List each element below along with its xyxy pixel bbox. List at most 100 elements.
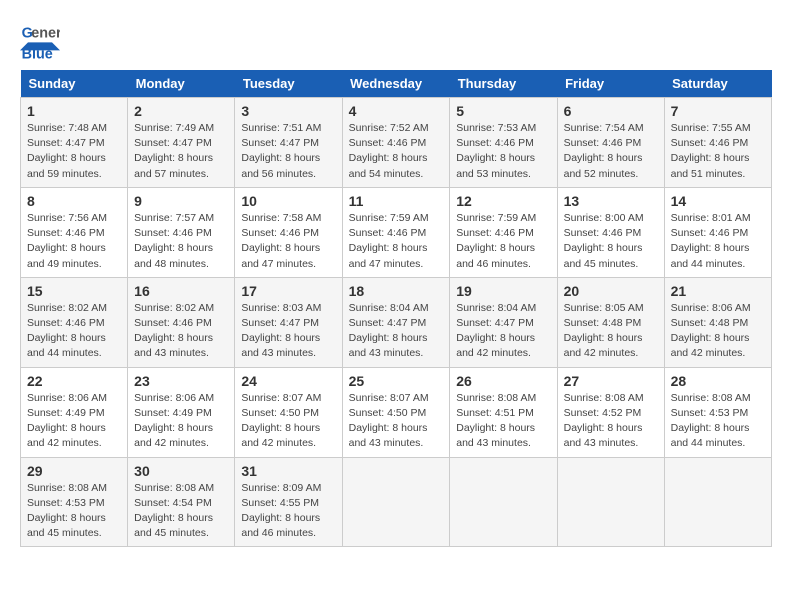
calendar-cell: 31 Sunrise: 8:09 AMSunset: 4:55 PMDaylig… — [235, 457, 342, 547]
calendar-header-thursday: Thursday — [450, 70, 557, 98]
logo: G eneral Blue — [20, 20, 64, 60]
calendar-cell: 1 Sunrise: 7:48 AMSunset: 4:47 PMDayligh… — [21, 98, 128, 188]
day-number: 7 — [671, 103, 765, 119]
day-number: 21 — [671, 283, 765, 299]
calendar-cell: 9 Sunrise: 7:57 AMSunset: 4:46 PMDayligh… — [128, 187, 235, 277]
calendar-cell: 7 Sunrise: 7:55 AMSunset: 4:46 PMDayligh… — [664, 98, 771, 188]
calendar-cell — [450, 457, 557, 547]
calendar-cell: 24 Sunrise: 8:07 AMSunset: 4:50 PMDaylig… — [235, 367, 342, 457]
calendar-week-4: 22 Sunrise: 8:06 AMSunset: 4:49 PMDaylig… — [21, 367, 772, 457]
calendar: SundayMondayTuesdayWednesdayThursdayFrid… — [20, 70, 772, 547]
day-info: Sunrise: 8:07 AMSunset: 4:50 PMDaylight:… — [241, 392, 321, 450]
calendar-cell: 22 Sunrise: 8:06 AMSunset: 4:49 PMDaylig… — [21, 367, 128, 457]
day-number: 1 — [27, 103, 121, 119]
day-number: 13 — [564, 193, 658, 209]
day-number: 26 — [456, 373, 550, 389]
calendar-week-2: 8 Sunrise: 7:56 AMSunset: 4:46 PMDayligh… — [21, 187, 772, 277]
day-info: Sunrise: 8:00 AMSunset: 4:46 PMDaylight:… — [564, 212, 644, 270]
day-number: 15 — [27, 283, 121, 299]
day-info: Sunrise: 8:08 AMSunset: 4:52 PMDaylight:… — [564, 392, 644, 450]
day-number: 2 — [134, 103, 228, 119]
day-number: 31 — [241, 463, 335, 479]
day-info: Sunrise: 8:08 AMSunset: 4:53 PMDaylight:… — [671, 392, 751, 450]
calendar-cell: 27 Sunrise: 8:08 AMSunset: 4:52 PMDaylig… — [557, 367, 664, 457]
day-info: Sunrise: 8:08 AMSunset: 4:51 PMDaylight:… — [456, 392, 536, 450]
calendar-cell: 16 Sunrise: 8:02 AMSunset: 4:46 PMDaylig… — [128, 277, 235, 367]
calendar-cell — [557, 457, 664, 547]
calendar-cell: 6 Sunrise: 7:54 AMSunset: 4:46 PMDayligh… — [557, 98, 664, 188]
calendar-cell: 4 Sunrise: 7:52 AMSunset: 4:46 PMDayligh… — [342, 98, 450, 188]
day-info: Sunrise: 8:04 AMSunset: 4:47 PMDaylight:… — [456, 302, 536, 360]
day-number: 11 — [349, 193, 444, 209]
day-number: 6 — [564, 103, 658, 119]
day-info: Sunrise: 8:06 AMSunset: 4:48 PMDaylight:… — [671, 302, 751, 360]
day-info: Sunrise: 8:02 AMSunset: 4:46 PMDaylight:… — [27, 302, 107, 360]
day-info: Sunrise: 7:59 AMSunset: 4:46 PMDaylight:… — [456, 212, 536, 270]
calendar-week-3: 15 Sunrise: 8:02 AMSunset: 4:46 PMDaylig… — [21, 277, 772, 367]
calendar-cell: 21 Sunrise: 8:06 AMSunset: 4:48 PMDaylig… — [664, 277, 771, 367]
calendar-header-monday: Monday — [128, 70, 235, 98]
day-number: 27 — [564, 373, 658, 389]
day-info: Sunrise: 7:59 AMSunset: 4:46 PMDaylight:… — [349, 212, 429, 270]
day-info: Sunrise: 8:05 AMSunset: 4:48 PMDaylight:… — [564, 302, 644, 360]
day-number: 17 — [241, 283, 335, 299]
calendar-header-saturday: Saturday — [664, 70, 771, 98]
day-number: 5 — [456, 103, 550, 119]
calendar-cell: 26 Sunrise: 8:08 AMSunset: 4:51 PMDaylig… — [450, 367, 557, 457]
calendar-cell: 13 Sunrise: 8:00 AMSunset: 4:46 PMDaylig… — [557, 187, 664, 277]
calendar-cell: 15 Sunrise: 8:02 AMSunset: 4:46 PMDaylig… — [21, 277, 128, 367]
calendar-cell: 25 Sunrise: 8:07 AMSunset: 4:50 PMDaylig… — [342, 367, 450, 457]
calendar-cell: 19 Sunrise: 8:04 AMSunset: 4:47 PMDaylig… — [450, 277, 557, 367]
day-number: 19 — [456, 283, 550, 299]
calendar-cell: 20 Sunrise: 8:05 AMSunset: 4:48 PMDaylig… — [557, 277, 664, 367]
day-number: 22 — [27, 373, 121, 389]
day-number: 14 — [671, 193, 765, 209]
svg-text:Blue: Blue — [22, 46, 53, 60]
calendar-header-tuesday: Tuesday — [235, 70, 342, 98]
calendar-cell: 12 Sunrise: 7:59 AMSunset: 4:46 PMDaylig… — [450, 187, 557, 277]
day-number: 9 — [134, 193, 228, 209]
calendar-cell: 28 Sunrise: 8:08 AMSunset: 4:53 PMDaylig… — [664, 367, 771, 457]
day-number: 29 — [27, 463, 121, 479]
day-number: 18 — [349, 283, 444, 299]
calendar-header-sunday: Sunday — [21, 70, 128, 98]
day-info: Sunrise: 8:08 AMSunset: 4:54 PMDaylight:… — [134, 482, 214, 540]
day-info: Sunrise: 8:02 AMSunset: 4:46 PMDaylight:… — [134, 302, 214, 360]
day-info: Sunrise: 7:53 AMSunset: 4:46 PMDaylight:… — [456, 122, 536, 180]
day-info: Sunrise: 7:55 AMSunset: 4:46 PMDaylight:… — [671, 122, 751, 180]
day-info: Sunrise: 8:01 AMSunset: 4:46 PMDaylight:… — [671, 212, 751, 270]
day-number: 10 — [241, 193, 335, 209]
day-number: 30 — [134, 463, 228, 479]
day-info: Sunrise: 7:57 AMSunset: 4:46 PMDaylight:… — [134, 212, 214, 270]
calendar-cell — [342, 457, 450, 547]
day-number: 20 — [564, 283, 658, 299]
calendar-cell: 2 Sunrise: 7:49 AMSunset: 4:47 PMDayligh… — [128, 98, 235, 188]
day-info: Sunrise: 7:58 AMSunset: 4:46 PMDaylight:… — [241, 212, 321, 270]
calendar-header-wednesday: Wednesday — [342, 70, 450, 98]
day-info: Sunrise: 8:09 AMSunset: 4:55 PMDaylight:… — [241, 482, 321, 540]
day-info: Sunrise: 7:49 AMSunset: 4:47 PMDaylight:… — [134, 122, 214, 180]
calendar-cell: 17 Sunrise: 8:03 AMSunset: 4:47 PMDaylig… — [235, 277, 342, 367]
calendar-cell: 11 Sunrise: 7:59 AMSunset: 4:46 PMDaylig… — [342, 187, 450, 277]
calendar-body: 1 Sunrise: 7:48 AMSunset: 4:47 PMDayligh… — [21, 98, 772, 547]
day-info: Sunrise: 8:06 AMSunset: 4:49 PMDaylight:… — [27, 392, 107, 450]
calendar-cell: 3 Sunrise: 7:51 AMSunset: 4:47 PMDayligh… — [235, 98, 342, 188]
calendar-week-1: 1 Sunrise: 7:48 AMSunset: 4:47 PMDayligh… — [21, 98, 772, 188]
calendar-cell: 8 Sunrise: 7:56 AMSunset: 4:46 PMDayligh… — [21, 187, 128, 277]
calendar-cell: 10 Sunrise: 7:58 AMSunset: 4:46 PMDaylig… — [235, 187, 342, 277]
calendar-cell: 5 Sunrise: 7:53 AMSunset: 4:46 PMDayligh… — [450, 98, 557, 188]
calendar-cell — [664, 457, 771, 547]
day-number: 28 — [671, 373, 765, 389]
logo-icon: G eneral Blue — [20, 20, 60, 60]
day-number: 25 — [349, 373, 444, 389]
day-number: 3 — [241, 103, 335, 119]
day-number: 24 — [241, 373, 335, 389]
day-info: Sunrise: 7:54 AMSunset: 4:46 PMDaylight:… — [564, 122, 644, 180]
calendar-header-row: SundayMondayTuesdayWednesdayThursdayFrid… — [21, 70, 772, 98]
day-info: Sunrise: 7:51 AMSunset: 4:47 PMDaylight:… — [241, 122, 321, 180]
calendar-cell: 23 Sunrise: 8:06 AMSunset: 4:49 PMDaylig… — [128, 367, 235, 457]
calendar-header-friday: Friday — [557, 70, 664, 98]
day-info: Sunrise: 7:56 AMSunset: 4:46 PMDaylight:… — [27, 212, 107, 270]
day-number: 16 — [134, 283, 228, 299]
day-number: 23 — [134, 373, 228, 389]
